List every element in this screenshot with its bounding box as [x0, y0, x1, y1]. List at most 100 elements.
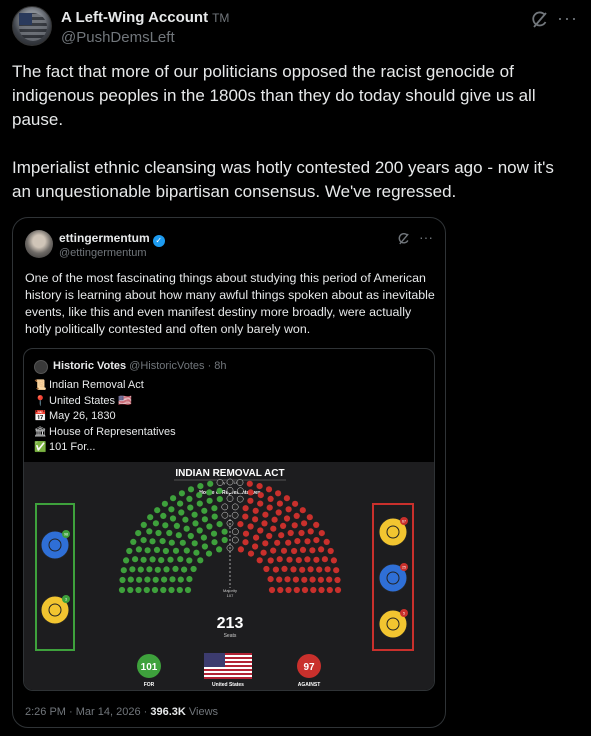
seat-for: [149, 538, 156, 545]
total-seats: 213: [217, 615, 244, 632]
seat-against: [261, 520, 268, 527]
seat-not-voting: [221, 503, 229, 511]
grok-icon[interactable]: [397, 232, 411, 246]
inner-line-text: United States 🇺🇸: [49, 394, 132, 407]
seat-for: [166, 529, 173, 537]
inner-author-name[interactable]: Historic Votes: [53, 360, 126, 372]
inner-author-handle[interactable]: @HistoricVotes · 8h: [129, 360, 226, 372]
views-label: Views: [188, 706, 219, 718]
more-options-icon[interactable]: ···: [557, 8, 578, 29]
seat-for: [179, 539, 186, 546]
seat-for: [216, 487, 223, 494]
seat-for: [177, 500, 184, 507]
seat-for: [168, 539, 175, 546]
seat-against: [256, 557, 263, 564]
seat-against: [270, 547, 277, 554]
author-handle[interactable]: @PushDemsLeft: [61, 29, 175, 46]
chart-title: INDIAN REMOVAL ACT: [175, 468, 284, 479]
seat-against: [284, 576, 291, 583]
quoted-tweet[interactable]: ettingermentum ✓ @ettingermentum ··· One …: [12, 217, 446, 728]
seat-against: [247, 497, 254, 504]
seat-against: [266, 504, 273, 511]
seat-for: [132, 556, 139, 563]
seat-against: [280, 522, 287, 529]
quote-author-handle[interactable]: @ettingermentum: [59, 247, 147, 259]
timestamp[interactable]: 2:26 PM · Mar 14, 2026 ·: [25, 706, 147, 718]
seat-for: [129, 566, 136, 573]
seat-against: [294, 538, 301, 545]
seat-for: [119, 576, 126, 584]
quote-text: One of the most fascinating things about…: [25, 271, 435, 336]
seat-for: [173, 522, 180, 529]
seat-not-voting: [231, 503, 239, 511]
against-label: AGAINST: [298, 682, 321, 688]
seat-for: [154, 566, 161, 573]
seat-against: [271, 516, 278, 523]
seat-against: [252, 516, 259, 523]
vote-chart-image[interactable]: INDIAN REMOVAL ACT May 26, 1830 House of…: [24, 462, 434, 690]
seat-for: [161, 576, 168, 583]
seat-for: [147, 514, 154, 521]
seat-against: [292, 576, 299, 583]
seat-against: [252, 543, 259, 550]
seat-against: [242, 530, 250, 537]
seat-against: [292, 500, 299, 507]
seat-for: [216, 546, 223, 553]
seat-for: [178, 490, 185, 497]
seat-not-voting: [236, 495, 244, 503]
author-name[interactable]: A Left-Wing Account TM: [61, 9, 229, 26]
inner-quoted-post[interactable]: Historic Votes @HistoricVotes · 8h 📜 India…: [23, 348, 435, 691]
seat-against: [313, 556, 320, 563]
inner-line-text: House of Representatives: [49, 425, 176, 438]
seat-for: [176, 586, 183, 594]
seat-against: [299, 507, 306, 514]
seat-for: [137, 566, 144, 573]
seat-against: [307, 528, 314, 535]
inner-line-text: Indian Removal Act: [49, 379, 144, 391]
jacksonian-badge-for: 98: [40, 530, 70, 560]
quote-author-name-text[interactable]: ettingermentum: [59, 231, 150, 245]
seat-against: [257, 527, 264, 534]
quote-author-name[interactable]: ettingermentum ✓: [59, 231, 165, 247]
author-name-text[interactable]: A Left-Wing Account: [61, 9, 208, 26]
seat-against: [242, 539, 249, 546]
for-label: FOR: [144, 682, 155, 688]
inner-post-lines: 📜 Indian Removal Act 📍 United States 🇺🇸 📅 M…: [34, 378, 176, 456]
seat-for: [186, 576, 193, 583]
seat-against: [313, 537, 320, 544]
tweet-paragraph-1: The fact that more of our politicians op…: [12, 62, 536, 129]
seat-against: [326, 586, 333, 594]
inner-author[interactable]: Historic Votes @HistoricVotes · 8h: [53, 360, 227, 372]
seat-for: [153, 546, 161, 553]
quote-author-avatar[interactable]: [25, 230, 53, 258]
seat-against: [298, 529, 305, 537]
historic-votes-avatar[interactable]: [34, 360, 48, 374]
seat-for: [190, 565, 197, 573]
seat-against: [324, 566, 331, 573]
seat-for: [187, 486, 195, 493]
seat-for: [177, 556, 184, 563]
author-avatar[interactable]: [12, 6, 52, 46]
seat-against: [276, 576, 283, 583]
seat-against: [262, 511, 269, 518]
seat-against: [301, 586, 309, 594]
seat-against: [237, 546, 244, 553]
grok-icon[interactable]: [530, 10, 550, 30]
seat-for: [178, 509, 185, 516]
seat-against: [257, 500, 264, 507]
seat-against: [309, 547, 316, 554]
seat-for: [135, 546, 142, 553]
seat-against: [247, 489, 254, 496]
seat-against: [285, 539, 292, 546]
seat-for: [168, 586, 175, 594]
anti-masonic-badge-against: 5: [378, 609, 408, 639]
more-options-icon[interactable]: ···: [419, 229, 433, 245]
seat-not-voting: [221, 511, 229, 519]
seat-for: [207, 480, 214, 487]
tweet-body: The fact that more of our politicians op…: [12, 60, 577, 228]
seat-not-voting: [231, 536, 239, 544]
seat-for: [211, 505, 218, 512]
inner-line: ✅ 101 For...: [34, 440, 176, 456]
country-label: United States: [212, 682, 244, 688]
seat-against: [318, 546, 325, 553]
